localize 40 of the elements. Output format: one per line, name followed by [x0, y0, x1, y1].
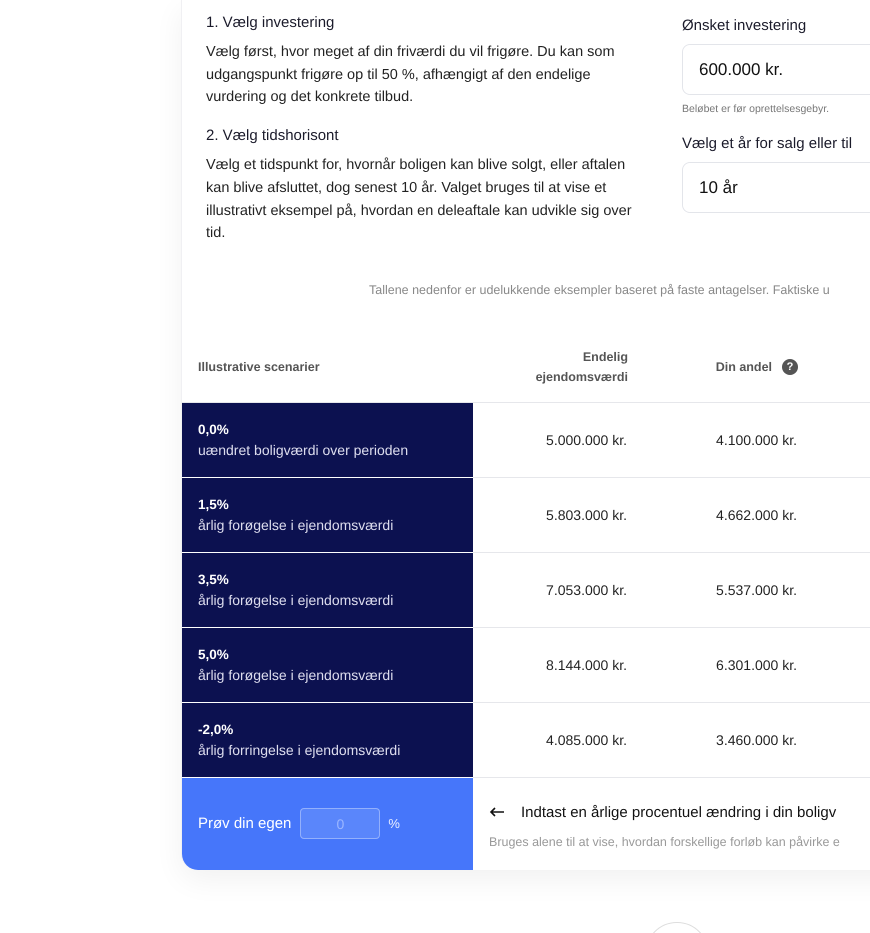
column-header: Illustrative scenarier: [198, 360, 320, 374]
step-title: 1. Vælg investering: [206, 14, 336, 31]
scenario-rate: 0,0%: [198, 422, 230, 437]
field-label: Ønsket investering: [682, 17, 808, 34]
step-title: 2. Vælg tidshorisont: [206, 127, 340, 144]
scenario-rate: 1,5%: [198, 496, 230, 512]
scenario-rate: 3,5%: [198, 572, 230, 587]
table-cell-text: 6.301.000 kr.: [715, 656, 798, 675]
table-cell-text: 7.053.000 kr.: [545, 580, 627, 600]
help-icon[interactable]: ?: [782, 359, 798, 376]
scenario-description: årlig forøgelse i ejendomsværdi: [198, 666, 394, 683]
field-hint: Beløbet er før oprettelsesgebyr.: [682, 103, 830, 115]
field-label: Vælg et år for salg eller til: [682, 135, 854, 152]
percent-field[interactable]: 0: [300, 808, 380, 840]
step-text: Vælg et tidspunkt for, hvornår boligen kan blive solgt, eller aftalen kan blive afsluttet, dog senest 10 år. Valget bruges til at vise et illustrativt eksempel på, hvordan en deleaftale kan udvikle sig over tid.: [206, 156, 633, 244]
scenario-description: årlig forøgelse i ejendomsværdi: [198, 592, 394, 608]
scenario-rate: -2,0%: [198, 722, 234, 737]
table-cell-text: 4.662.000 kr.: [715, 506, 798, 525]
column-header: Din andel: [716, 360, 772, 374]
table-cell-text: 5.000.000 kr.: [545, 430, 627, 450]
scenario-rate: 5,0%: [198, 646, 230, 662]
note-text: Bruges alene til at vise, hvordan forskellige forløb kan påvirke e: [489, 834, 840, 849]
custom-label: Prøv din egen: [198, 815, 292, 832]
instruction-text: Indtast en årlige procentuel ændring i din boligv: [521, 804, 836, 821]
disclaimer-text: Tallene nedenfor er udelukkende eksempler baseret på faste antagelser. Faktiske u: [369, 282, 831, 297]
scenario-description: uændret boligværdi over perioden: [198, 442, 410, 458]
scenario-description: årlig forøgelse i ejendomsværdi: [198, 516, 394, 533]
scenario-description: årlig forringelse i ejendomsværdi: [198, 742, 402, 758]
unit-label: %: [388, 816, 400, 832]
input-field[interactable]: 600.000 kr.: [682, 44, 870, 95]
table-cell-text: 4.085.000 kr.: [545, 730, 627, 750]
table-cell-text: 5.537.000 kr.: [715, 580, 798, 600]
column-header: Endelig ejendomsværdi: [534, 349, 628, 386]
step-text: Vælg først, hvor meget af din friværdi du vil frigøre. Du kan som udgangspunkt frigøre op til 50 %, afhængigt af den endelige vurdering og det konkrete tilbud.: [206, 43, 616, 108]
table-cell-text: 4.100.000 kr.: [715, 430, 798, 450]
table-cell-text: 3.460.000 kr.: [715, 730, 798, 750]
table-cell-text: 5.803.000 kr.: [545, 506, 627, 525]
input-field[interactable]: 10 år: [682, 162, 870, 213]
arrow-left-icon: [489, 807, 505, 818]
table-cell-text: 8.144.000 kr.: [545, 656, 627, 675]
